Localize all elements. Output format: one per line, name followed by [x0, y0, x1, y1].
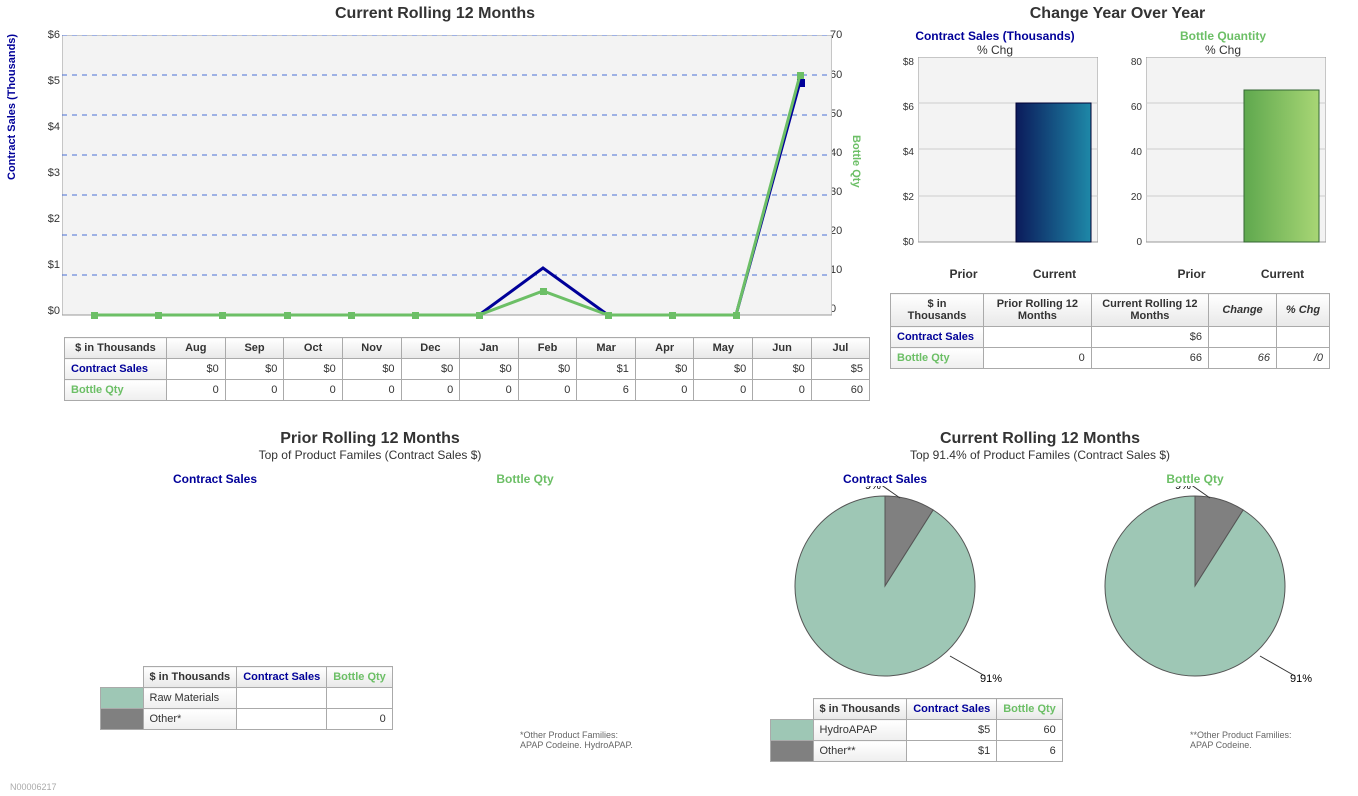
prior-qty-pie-label: Bottle Qty — [370, 472, 680, 486]
current-qty-pie-label: Bottle Qty — [1040, 472, 1350, 486]
rolling-12-title: Current Rolling 12 Months — [0, 5, 870, 23]
prior-pies-table: $ in Thousands Contract Sales Bottle Qty… — [100, 666, 393, 730]
current-pies-title: Current Rolling 12 Months — [730, 430, 1350, 448]
yoy-title: Change Year Over Year — [890, 5, 1345, 23]
svg-text:9%: 9% — [1175, 486, 1191, 492]
unit-label: $ in Thousands — [65, 338, 167, 359]
yoy-qty-yaxis: 80 60 40 20 0 — [1120, 57, 1142, 248]
yoy-qty-bar-chart: Bottle Quantity % Chg 80 60 40 20 0 — [1118, 29, 1328, 281]
svg-text:91%: 91% — [980, 673, 1002, 685]
y-axis-left-label: Contract Sales (Thousands) — [6, 34, 18, 180]
document-id: N00006217 — [10, 782, 57, 792]
prior-pies-title: Prior Rolling 12 Months — [60, 430, 680, 448]
svg-text:91%: 91% — [1290, 673, 1312, 685]
prior-footnote: *Other Product Families: APAP Codeine. H… — [520, 730, 633, 750]
line-chart-svg — [62, 35, 832, 321]
rolling-12-data-table: $ in Thousands Aug Sep Oct Nov Dec Jan F… — [64, 337, 870, 401]
prior-pies-panel: Prior Rolling 12 Months Top of Product F… — [60, 430, 680, 730]
current-pies-panel: Current Rolling 12 Months Top 91.4% of P… — [730, 430, 1350, 762]
yoy-panel: Change Year Over Year Contract Sales (Th… — [890, 5, 1345, 369]
y-axis-left-ticks: $6 $5 $4 $3 $2 $1 $0 — [30, 29, 60, 351]
current-sales-pie-label: Contract Sales — [730, 472, 1040, 486]
current-pies-table: $ in Thousands Contract Sales Bottle Qty… — [770, 698, 1063, 762]
yoy-sales-yaxis: $8 $6 $4 $2 $0 — [892, 57, 914, 248]
yoy-summary-table: $ in Thousands Prior Rolling 12 Months C… — [890, 293, 1330, 369]
yoy-sales-bar-chart: Contract Sales (Thousands) % Chg $8 $6 $… — [890, 29, 1100, 281]
prior-sales-pie-label: Contract Sales — [60, 472, 370, 486]
rolling-12-line-chart: Current Rolling 12 Months Contract Sales… — [0, 5, 870, 425]
current-sales-pie: 9% 91% — [765, 486, 1005, 686]
current-qty-pie: 9% 91% — [1075, 486, 1315, 686]
svg-text:9%: 9% — [865, 486, 881, 492]
current-footnote: **Other Product Families: APAP Codeine. — [1190, 730, 1292, 750]
y-axis-right-ticks: 70 60 50 40 30 20 10 0 — [830, 29, 860, 342]
